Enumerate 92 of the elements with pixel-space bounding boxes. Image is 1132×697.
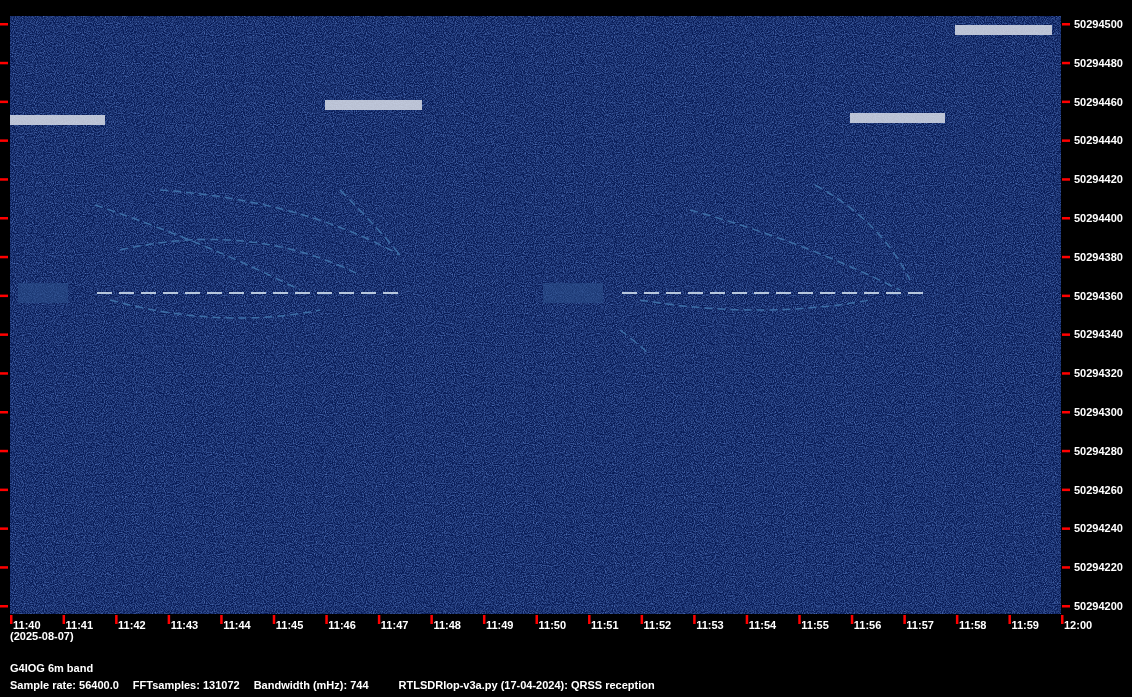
tick-mark	[0, 527, 8, 530]
tick-mark	[0, 178, 8, 181]
tick-mark	[535, 615, 538, 624]
frequency-label: 50294460	[1074, 95, 1123, 108]
time-label: 11:52	[643, 619, 672, 630]
tick-mark	[1062, 217, 1070, 220]
band-title: G4IOG 6m band	[10, 662, 95, 675]
time-label: 11:55	[801, 619, 829, 630]
time-label: 11:53	[696, 619, 724, 630]
tick-mark	[0, 217, 8, 220]
time-label: 11:45	[275, 619, 304, 630]
tick-mark	[0, 372, 8, 375]
tick-mark	[1062, 139, 1070, 142]
tick-mark	[1062, 449, 1070, 453]
tick-mark	[220, 615, 223, 624]
tick-mark	[1062, 488, 1070, 492]
time-label: 11:54	[748, 619, 777, 630]
tick-mark	[272, 615, 276, 624]
tick-mark	[0, 139, 8, 142]
tick-mark	[325, 615, 328, 624]
time-label: 11:48	[433, 619, 461, 630]
frequency-label: 50294440	[1074, 134, 1123, 147]
frequency-label: 50294480	[1074, 56, 1123, 69]
time-label: 11:59	[1011, 619, 1039, 630]
tick-mark	[1062, 294, 1070, 298]
tick-mark	[167, 615, 171, 624]
tick-mark	[693, 615, 696, 624]
tick-mark	[1062, 61, 1070, 65]
frequency-label: 50294420	[1074, 173, 1123, 186]
time-label: 11:50	[538, 619, 567, 630]
tick-mark	[0, 61, 8, 65]
time-label: 11:56	[853, 619, 882, 630]
time-label: 11:42	[118, 619, 146, 630]
tick-mark	[1062, 333, 1070, 336]
tick-mark	[1062, 23, 1070, 26]
tick-mark	[0, 333, 8, 336]
frequency-label: 50294320	[1074, 367, 1123, 380]
frequency-label: 50294280	[1074, 444, 1123, 457]
tick-mark	[1062, 566, 1070, 569]
tick-mark	[1062, 372, 1070, 375]
tick-mark	[0, 488, 8, 492]
frequency-label: 50294200	[1074, 600, 1123, 612]
frequency-label: 50294240	[1074, 522, 1123, 535]
time-label: 11:47	[380, 619, 409, 630]
frequency-label: 50294360	[1074, 289, 1123, 302]
tick-mark	[0, 566, 8, 569]
frequency-label: 50294340	[1074, 328, 1123, 341]
tick-mark	[0, 23, 8, 26]
tick-mark	[430, 615, 433, 624]
tick-mark	[1062, 100, 1070, 104]
time-label: 11:58	[958, 619, 987, 630]
time-label: 11:51	[591, 619, 619, 630]
tick-mark	[640, 615, 644, 624]
info-text: FFTsamples: 131072	[132, 678, 240, 692]
time-label: 11:49	[485, 619, 514, 630]
info-text: Sample rate: 56400.0	[10, 678, 119, 692]
time-label: 11:41	[65, 619, 94, 630]
time-label: 11:44	[223, 619, 251, 630]
tick-mark	[588, 615, 591, 624]
frequency-label: 50294400	[1074, 212, 1123, 224]
tick-mark	[0, 449, 8, 453]
time-label: 11:46	[328, 619, 356, 630]
time-label: 11:43	[170, 619, 199, 630]
tick-mark	[850, 615, 854, 624]
tick-mark	[1008, 615, 1011, 624]
tick-mark	[955, 615, 959, 624]
frequency-label: 50294500	[1074, 18, 1123, 30]
tick-mark	[903, 615, 906, 624]
frequency-label: 50294380	[1074, 250, 1123, 263]
frequency-label: 50294300	[1074, 406, 1123, 418]
info-text: RTLSDRlop-v3a.py (17-04-2024): QRSS reception	[398, 678, 655, 692]
tick-mark	[745, 615, 749, 624]
tick-mark	[1062, 178, 1070, 181]
tick-mark	[377, 615, 381, 624]
tick-mark	[798, 615, 801, 624]
date-label: (2025-08-07)	[10, 630, 75, 643]
time-label: 11:57	[906, 619, 934, 630]
tick-mark	[0, 255, 8, 259]
tick-mark	[1062, 255, 1070, 259]
tick-mark	[1062, 411, 1070, 414]
time-label: 11:40	[13, 619, 41, 630]
tick-mark	[482, 615, 486, 624]
tick-mark	[0, 294, 8, 298]
tick-mark	[0, 411, 8, 414]
tick-mark	[115, 615, 118, 624]
tick-mark	[62, 615, 66, 624]
tick-mark	[0, 100, 8, 104]
tick-mark	[1062, 527, 1070, 530]
frequency-label: 50294220	[1074, 561, 1123, 574]
info-text: Bandwidth (mHz): 744	[253, 678, 369, 692]
frequency-label: 50294260	[1074, 483, 1123, 496]
time-label: 12:00	[1064, 619, 1093, 630]
